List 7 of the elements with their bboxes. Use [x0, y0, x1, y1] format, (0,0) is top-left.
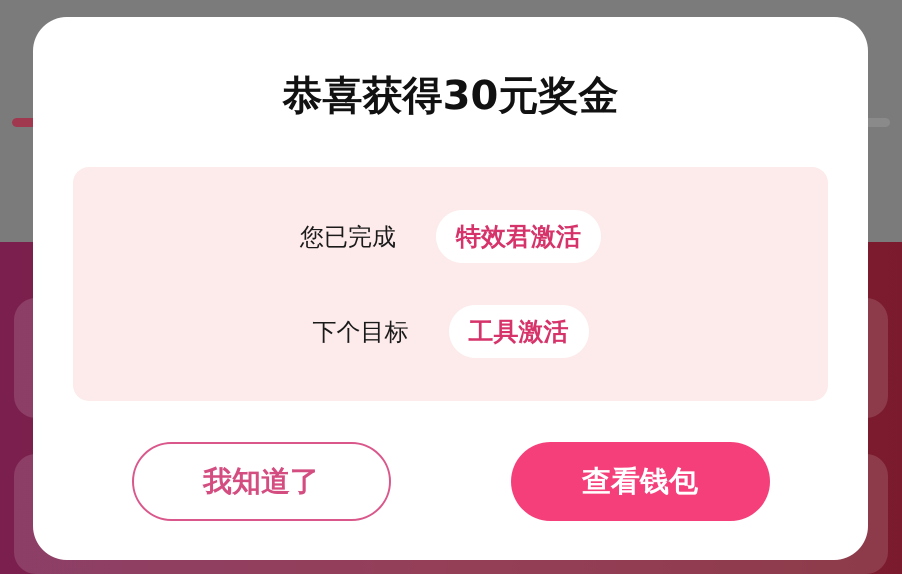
dismiss-button[interactable]: 我知道了 [132, 442, 390, 521]
view-wallet-button[interactable]: 查看钱包 [510, 442, 770, 521]
row-label: 下个目标 [312, 316, 408, 348]
row-label: 您已完成 [300, 222, 396, 252]
dialog-title: 恭喜获得30元奖金 [282, 72, 618, 121]
task-tag: 工具激活 [448, 305, 588, 358]
task-tag: 特效君激活 [436, 210, 601, 263]
